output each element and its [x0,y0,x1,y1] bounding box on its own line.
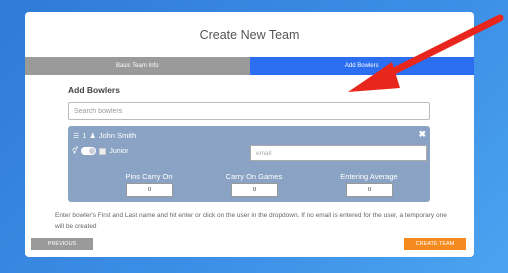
previous-button[interactable]: PREVIOUS [31,238,93,250]
pins-carry-on-input[interactable] [126,183,173,197]
bowler-name: John Smith [98,131,137,140]
junior-label: Junior [109,147,129,155]
entering-average-label: Entering Average [340,172,398,181]
section-title: Add Bowlers [68,85,120,95]
reorder-icon[interactable]: ☰ [73,132,79,140]
help-text: Enter bowler's First and Last name and h… [55,212,447,230]
bowler-options: ⚥ Junior [72,147,128,155]
bowler-card: ✖ ☰ 1 ♟ John Smith ⚥ Junior Pins Carry O… [68,126,430,202]
user-icon: ♟ [89,132,96,140]
carry-on-games-label: Carry On Games [225,172,283,181]
carry-on-games-input[interactable] [231,183,278,197]
entering-average-input[interactable] [346,183,393,197]
annotation-arrow-icon [348,14,504,92]
junior-checkbox[interactable] [99,147,107,155]
create-team-button[interactable]: CREATE TEAM [404,238,466,250]
gender-toggle[interactable] [81,147,97,155]
pins-carry-on-label: Pins Carry On [125,172,173,181]
close-icon[interactable]: ✖ [418,129,426,140]
bowler-number: 1 [82,131,87,140]
gender-icon: ⚥ [72,148,79,155]
email-field[interactable] [250,145,427,161]
bowler-header: ☰ 1 ♟ John Smith [73,131,136,140]
tab-basic-team-info[interactable]: Basic Team Info [25,57,250,75]
